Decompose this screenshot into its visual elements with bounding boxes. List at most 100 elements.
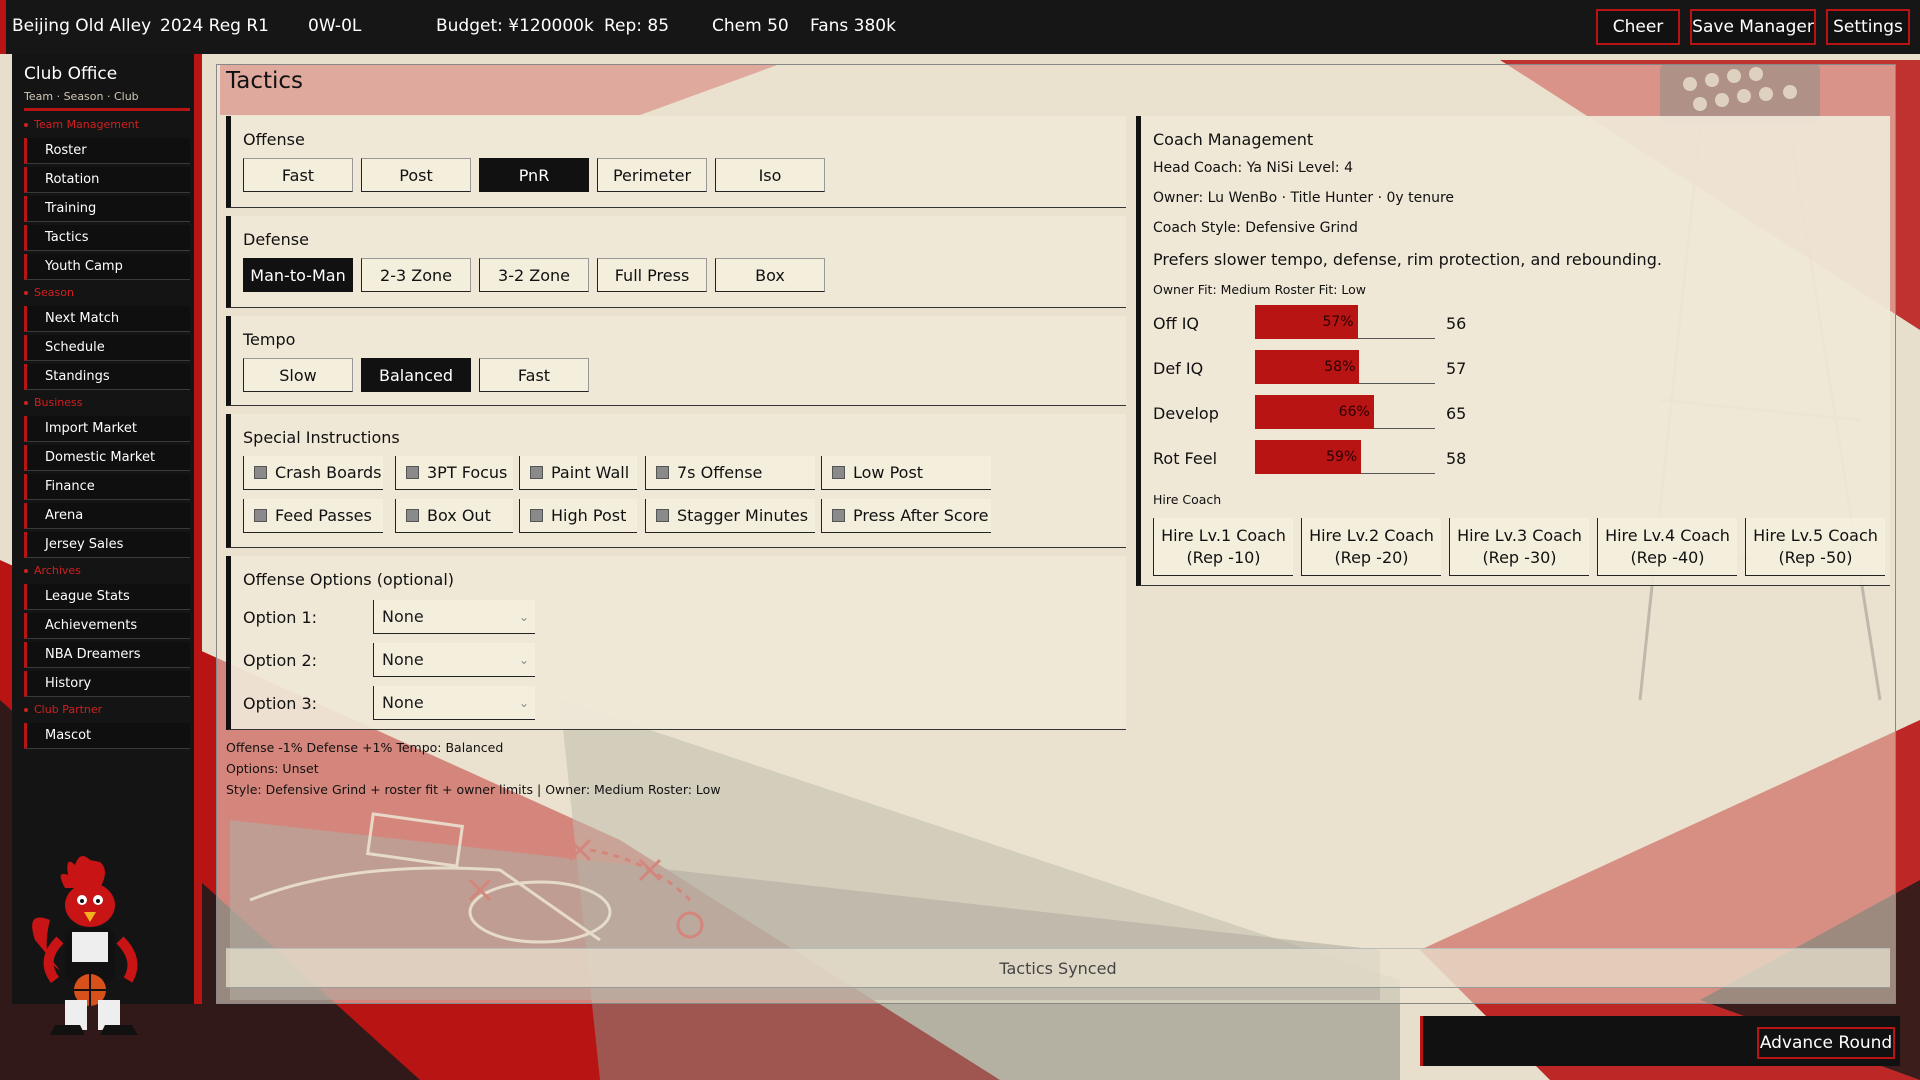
settings-button[interactable]: Settings — [1826, 9, 1910, 45]
coach-style: Coach Style: Defensive Grind — [1153, 220, 1358, 236]
sidebar-item-league-stats[interactable]: League Stats — [24, 584, 190, 610]
offense-option-fast[interactable]: Fast — [243, 158, 353, 192]
head-coach-info: Head Coach: Ya NiSi Level: 4 — [1153, 160, 1353, 176]
sidebar-subtitle: Team · Season · Club — [24, 90, 139, 103]
coach-management-card: Coach Management Head Coach: Ya NiSi Lev… — [1136, 116, 1890, 586]
instruction-label: 7s Offense — [677, 463, 763, 482]
cheer-button[interactable]: Cheer — [1596, 9, 1680, 45]
bullet-icon — [24, 290, 28, 295]
checkbox-icon — [656, 466, 669, 479]
instruction-crash-boards[interactable]: Crash Boards — [243, 456, 383, 490]
hire-lv4-coach-button[interactable]: Hire Lv.4 Coach (Rep -40) — [1597, 518, 1737, 576]
tactics-panel: Tactics Offense Fast Post PnR Perimeter … — [216, 64, 1896, 1004]
sidebar-item-import-market[interactable]: Import Market — [24, 416, 190, 442]
hire-label: Hire Lv.5 Coach — [1753, 525, 1878, 545]
defense-title: Defense — [243, 230, 309, 249]
rating-label-develop: Develop — [1153, 404, 1219, 423]
instruction-high-post[interactable]: High Post — [519, 499, 637, 533]
owner-info: Owner: Lu WenBo · Title Hunter · 0y tenu… — [1153, 190, 1455, 206]
sidebar-item-domestic-market[interactable]: Domestic Market — [24, 445, 190, 471]
instruction-7s-offense[interactable]: 7s Offense — [645, 456, 815, 490]
hire-cost: (Rep -40) — [1630, 547, 1705, 567]
option-1-label: Option 1: — [243, 608, 318, 627]
tempo-option-fast[interactable]: Fast — [479, 358, 589, 392]
defense-option-man-to-man[interactable]: Man-to-Man — [243, 258, 353, 292]
hire-lv5-coach-button[interactable]: Hire Lv.5 Coach (Rep -50) — [1745, 518, 1885, 576]
sidebar-item-jersey-sales[interactable]: Jersey Sales — [24, 532, 190, 558]
hire-lv2-coach-button[interactable]: Hire Lv.2 Coach (Rep -20) — [1301, 518, 1441, 576]
option-1-select[interactable]: None ⌄ — [373, 600, 535, 634]
instruction-feed-passes[interactable]: Feed Passes — [243, 499, 383, 533]
hire-label: Hire Lv.1 Coach — [1161, 525, 1286, 545]
sidebar-item-nba-dreamers[interactable]: NBA Dreamers — [24, 642, 190, 668]
special-instructions-title: Special Instructions — [243, 428, 400, 447]
offense-option-iso[interactable]: Iso — [715, 158, 825, 192]
sidebar-item-mascot[interactable]: Mascot — [24, 723, 190, 749]
tempo-card: Tempo Slow Balanced Fast — [226, 316, 1126, 406]
option-2-value: None — [382, 650, 424, 669]
sidebar-item-youth-camp[interactable]: Youth Camp — [24, 254, 190, 280]
option-3-select[interactable]: None ⌄ — [373, 686, 535, 720]
sidebar-item-standings[interactable]: Standings — [24, 364, 190, 390]
bullet-icon — [24, 400, 28, 405]
defense-option-box[interactable]: Box — [715, 258, 825, 292]
defense-option-3-2-zone[interactable]: 3-2 Zone — [479, 258, 589, 292]
tactics-summary-line-2: Options: Unset — [226, 761, 319, 776]
defense-option-full-press[interactable]: Full Press — [597, 258, 707, 292]
sidebar-title: Club Office — [24, 64, 118, 84]
offense-option-post[interactable]: Post — [361, 158, 471, 192]
sidebar-item-tactics[interactable]: Tactics — [24, 225, 190, 251]
record-label: 0W-0L — [308, 16, 362, 36]
instruction-paint-wall[interactable]: Paint Wall — [519, 456, 637, 490]
section-label: Season — [34, 286, 74, 299]
hire-cost: (Rep -30) — [1482, 547, 1557, 567]
season-label: 2024 Reg R1 — [160, 16, 269, 36]
checkbox-icon — [254, 509, 267, 522]
instruction-label: Box Out — [427, 506, 491, 525]
sync-status: Tactics Synced — [226, 948, 1890, 988]
sidebar-divider — [24, 108, 190, 111]
sidebar-item-achievements[interactable]: Achievements — [24, 613, 190, 639]
option-2-select[interactable]: None ⌄ — [373, 643, 535, 677]
offense-options-title: Offense Options (optional) — [243, 570, 455, 589]
coach-title: Coach Management — [1153, 130, 1314, 149]
checkbox-icon — [254, 466, 267, 479]
sidebar-item-arena[interactable]: Arena — [24, 503, 190, 529]
option-3-label: Option 3: — [243, 694, 318, 713]
instruction-stagger-minutes[interactable]: Stagger Minutes — [645, 499, 815, 533]
save-manager-button[interactable]: Save Manager — [1690, 9, 1816, 45]
rating-value-def-iq: 57 — [1446, 359, 1467, 378]
instruction-press-after-score[interactable]: Press After Score — [821, 499, 991, 533]
sidebar-item-finance[interactable]: Finance — [24, 474, 190, 500]
fit-info: Owner Fit: Medium Roster Fit: Low — [1153, 282, 1367, 297]
chevron-down-icon: ⌄ — [518, 610, 529, 624]
bullet-icon — [24, 122, 28, 127]
offense-option-pnr[interactable]: PnR — [479, 158, 589, 192]
sidebar-item-history[interactable]: History — [24, 671, 190, 697]
instruction-low-post[interactable]: Low Post — [821, 456, 991, 490]
defense-option-2-3-zone[interactable]: 2-3 Zone — [361, 258, 471, 292]
sidebar-item-roster[interactable]: Roster — [24, 138, 190, 164]
offense-option-perimeter[interactable]: Perimeter — [597, 158, 707, 192]
instruction-box-out[interactable]: Box Out — [395, 499, 513, 533]
hire-lv3-coach-button[interactable]: Hire Lv.3 Coach (Rep -30) — [1449, 518, 1589, 576]
instruction-3pt-focus[interactable]: 3PT Focus — [395, 456, 513, 490]
advance-round-button[interactable]: Advance Round — [1757, 1027, 1895, 1059]
instruction-label: High Post — [551, 506, 627, 525]
section-label: Business — [34, 396, 83, 409]
hire-lv1-coach-button[interactable]: Hire Lv.1 Coach (Rep -10) — [1153, 518, 1293, 576]
section-club-partner: Club Partner — [24, 703, 102, 716]
offense-card: Offense Fast Post PnR Perimeter Iso — [226, 116, 1126, 208]
sidebar-item-next-match[interactable]: Next Match — [24, 306, 190, 332]
bullet-icon — [24, 568, 28, 573]
sidebar-item-training[interactable]: Training — [24, 196, 190, 222]
checkbox-icon — [530, 509, 543, 522]
tempo-option-balanced[interactable]: Balanced — [361, 358, 471, 392]
rating-label-def-iq: Def IQ — [1153, 359, 1204, 378]
rating-value-off-iq: 56 — [1446, 314, 1467, 333]
sidebar-item-schedule[interactable]: Schedule — [24, 335, 190, 361]
sidebar-item-rotation[interactable]: Rotation — [24, 167, 190, 193]
section-team-management: Team Management — [24, 118, 139, 131]
tempo-option-slow[interactable]: Slow — [243, 358, 353, 392]
rating-bar-develop: 66% — [1255, 395, 1435, 429]
